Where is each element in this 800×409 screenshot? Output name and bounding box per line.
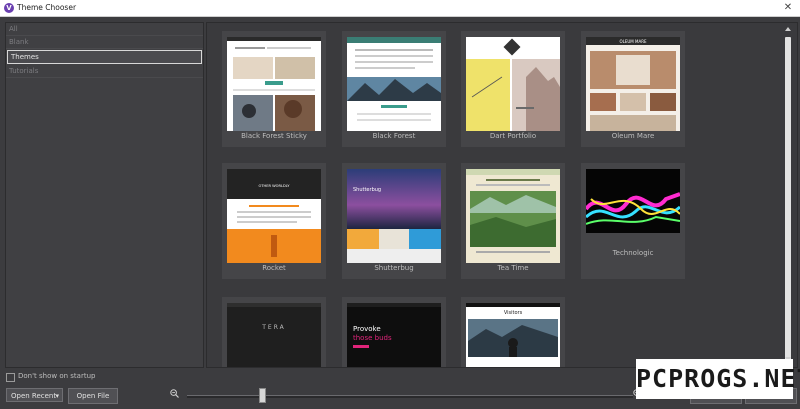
watermark: PCPROGS.NET: [636, 359, 800, 399]
svg-text:Provoke: Provoke: [353, 325, 381, 333]
theme-card-black-forest[interactable]: Black Forest: [342, 31, 446, 147]
thumb-title-tera: TERA: [261, 324, 286, 331]
theme-card-provoke[interactable]: Provoke those buds: [342, 297, 446, 367]
zoom-out-icon[interactable]: [170, 389, 179, 398]
thumb-title-rocket: OTHER WORLDLY: [258, 184, 290, 188]
sidebar-item-themes[interactable]: Themes: [7, 50, 202, 64]
dont-show-label: Don't show on startup: [18, 372, 96, 380]
theme-thumbnail: [466, 169, 560, 263]
close-icon[interactable]: ✕: [781, 1, 795, 14]
theme-card-tera[interactable]: TERA: [222, 297, 326, 367]
theme-card-tea-time[interactable]: Tea Time: [461, 163, 565, 279]
theme-thumbnail: OTHER WORLDLY: [227, 169, 321, 263]
theme-label: Rocket: [262, 264, 286, 272]
theme-thumbnail: Shutterbug: [347, 169, 441, 263]
svg-text:those buds: those buds: [353, 334, 392, 342]
open-recent-button[interactable]: Open Recent ▾: [6, 388, 63, 402]
thumb-title-visitors: Visitors: [504, 310, 523, 316]
theme-card-shutterbug[interactable]: Shutterbug Shutterbug: [342, 163, 446, 279]
zoom-slider-handle[interactable]: [259, 388, 266, 403]
theme-label: Dart Portfolio: [489, 132, 537, 140]
theme-card-technologic[interactable]: Technologic: [581, 163, 685, 279]
theme-thumbnail: Provoke those buds: [347, 303, 441, 367]
theme-label: Tea Time: [497, 264, 529, 272]
chevron-down-icon: ▾: [55, 392, 59, 400]
open-file-button[interactable]: Open File: [68, 388, 118, 404]
theme-label: Oleum Mare: [611, 132, 655, 140]
scroll-up-icon[interactable]: [785, 27, 791, 31]
theme-label: Technologic: [612, 249, 654, 257]
thumb-title-shutterbug: Shutterbug: [353, 187, 381, 193]
scroll-thumb[interactable]: [785, 37, 791, 363]
theme-thumbnail: [227, 37, 321, 131]
theme-thumbnail: [347, 37, 441, 131]
thumb-title-oleum: OLEUM MARE: [619, 39, 647, 44]
title-bar: V Theme Chooser ✕: [0, 0, 800, 17]
dont-show-checkbox[interactable]: [6, 373, 15, 382]
theme-thumbnail: [466, 37, 560, 131]
sidebar-item-all[interactable]: All: [6, 23, 203, 36]
theme-thumbnail: OLEUM MARE: [586, 37, 680, 131]
grid-scrollbar[interactable]: [782, 23, 795, 365]
theme-grid: Black Forest Sticky Black Forest Dart Po…: [206, 22, 798, 368]
window-title: Theme Chooser: [17, 3, 77, 12]
zoom-slider-track[interactable]: [187, 395, 633, 398]
sidebar-item-tutorials[interactable]: Tutorials: [6, 65, 203, 78]
app-icon: V: [4, 3, 14, 13]
open-recent-label: Open Recent: [11, 392, 57, 400]
theme-thumbnail: [586, 169, 680, 233]
sidebar-item-blank[interactable]: Blank: [6, 36, 203, 49]
theme-card-rocket[interactable]: OTHER WORLDLY Rocket: [222, 163, 326, 279]
theme-card-oleum-mare[interactable]: OLEUM MARE Oleum Mare: [581, 31, 685, 147]
theme-label: Black Forest Sticky: [241, 132, 307, 140]
theme-thumbnail: TERA: [227, 303, 321, 367]
theme-label: Shutterbug: [374, 264, 414, 272]
theme-label: Black Forest: [372, 132, 416, 140]
theme-card-visitors[interactable]: Visitors: [461, 297, 565, 367]
theme-card-black-forest-sticky[interactable]: Black Forest Sticky: [222, 31, 326, 147]
theme-card-dart-portfolio[interactable]: Dart Portfolio: [461, 31, 565, 147]
category-sidebar: All Blank Themes Tutorials: [5, 22, 204, 368]
theme-thumbnail: Visitors: [466, 303, 560, 367]
